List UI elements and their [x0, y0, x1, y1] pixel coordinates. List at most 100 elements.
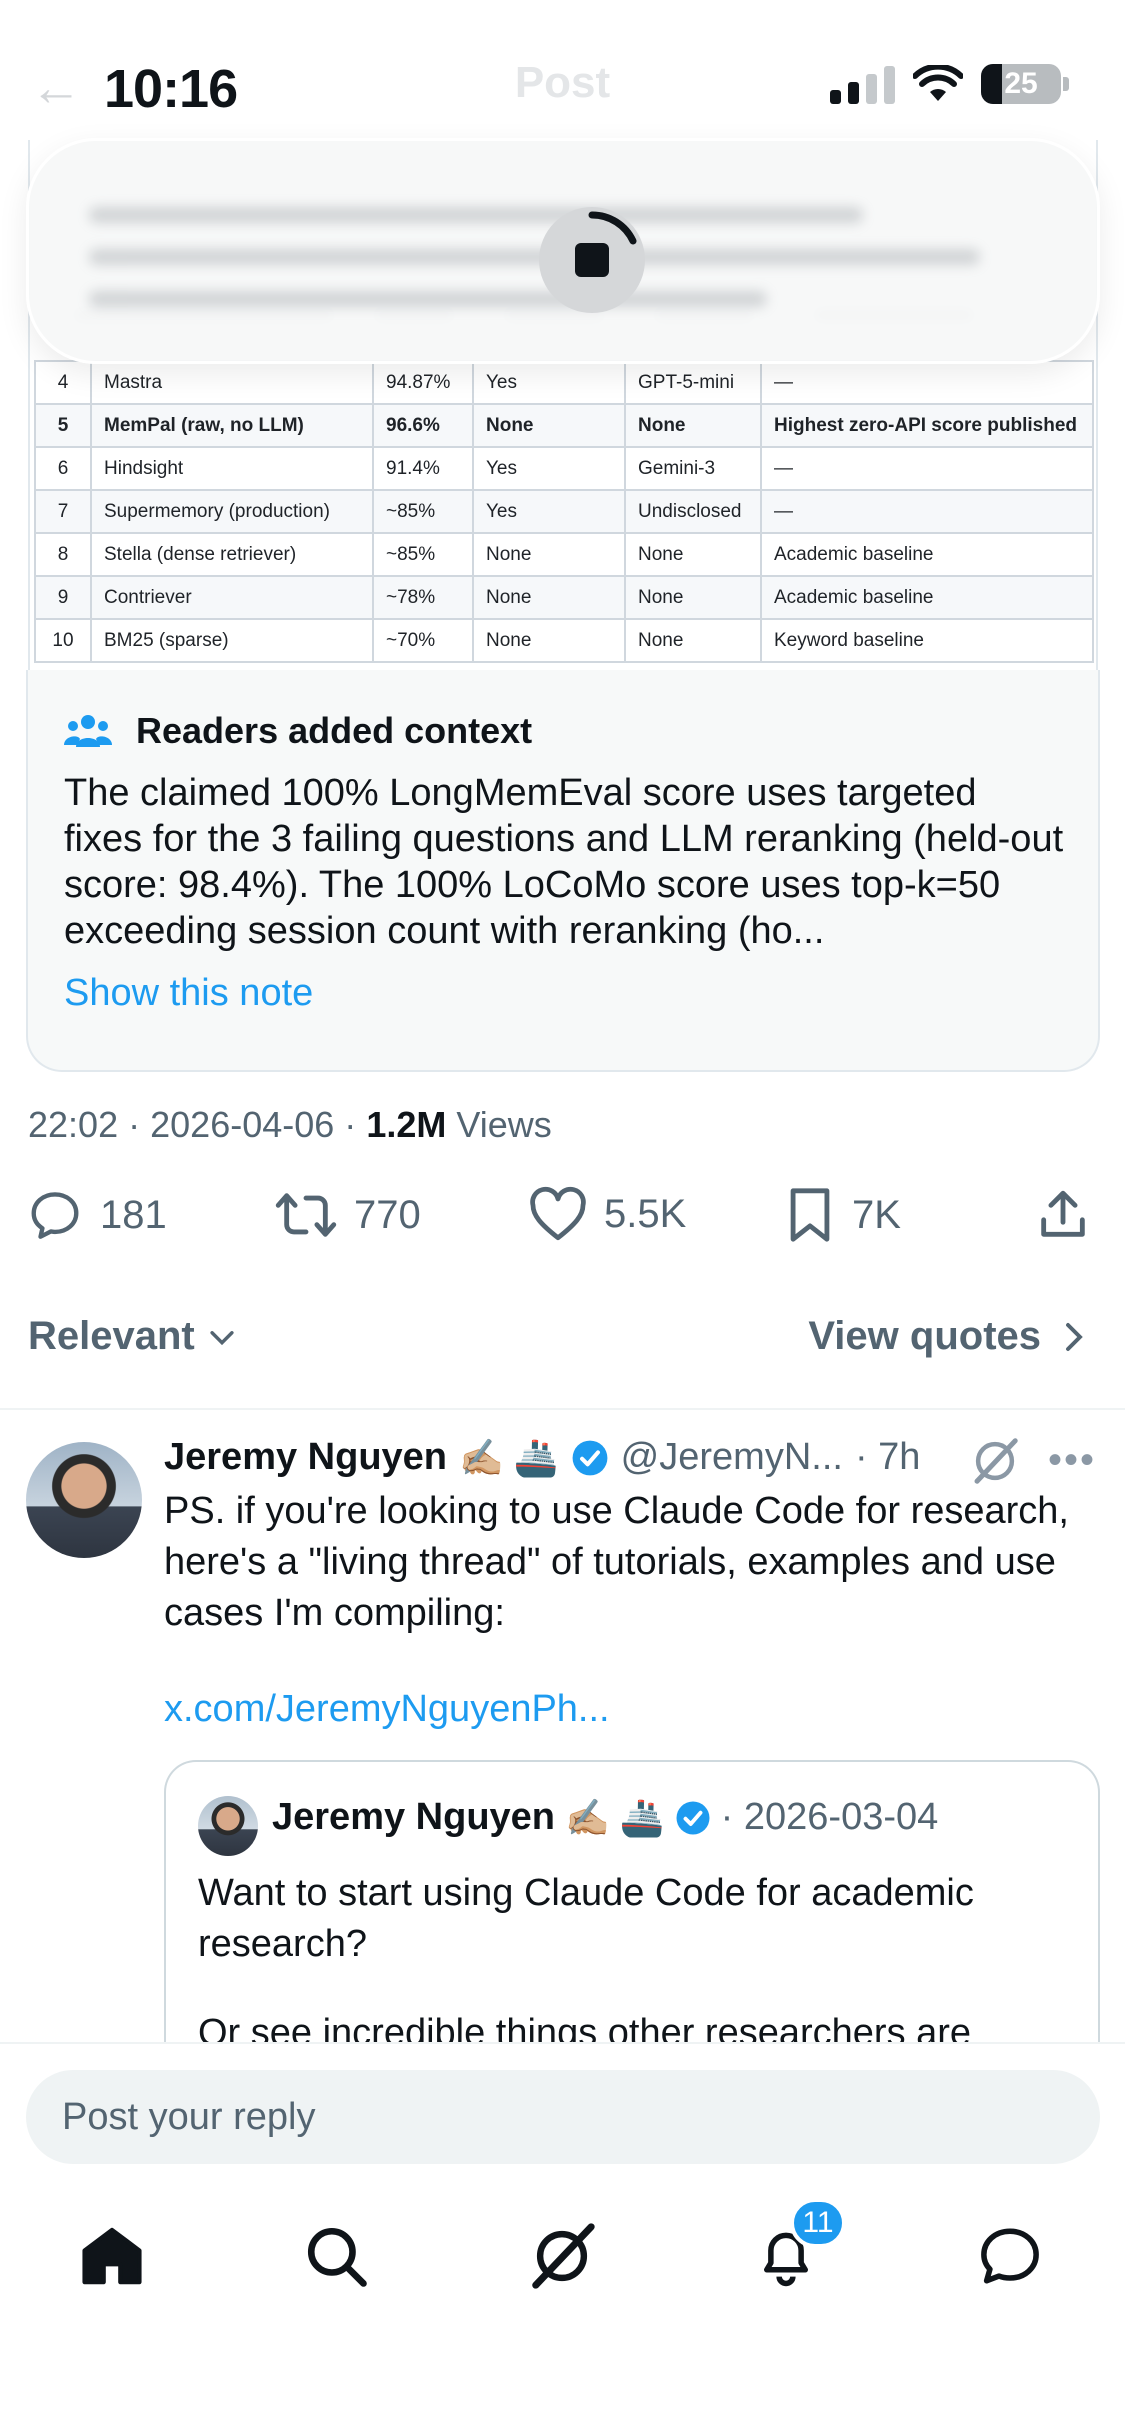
- table-llm-cell: Yes: [472, 360, 626, 405]
- quote-header: Jeremy Nguyen ✍🏼 🚢 · 2026-03-04: [272, 1796, 938, 1839]
- grok-icon: [532, 2223, 595, 2289]
- table-notes-cell: Academic baseline: [760, 532, 1094, 577]
- verified-badge-icon: [572, 1440, 608, 1475]
- reply-author-handle[interactable]: @JeremyN...: [621, 1436, 843, 1479]
- views-count[interactable]: 1.2M: [366, 1104, 446, 1145]
- table-notes-cell: —: [760, 489, 1094, 534]
- table-model-cell: None: [624, 403, 762, 448]
- show-note-link[interactable]: Show this note: [64, 972, 313, 1015]
- reply-icon: [31, 1192, 79, 1239]
- table-row: 6 Hindsight 91.4% Yes Gemini-3—: [34, 446, 1094, 491]
- note-title: Readers added context: [136, 710, 533, 751]
- share-icon: [1041, 1190, 1085, 1237]
- share-button[interactable]: [1034, 1186, 1092, 1244]
- verified-badge-icon: [676, 1801, 710, 1834]
- notification-badge: 11: [790, 2198, 846, 2248]
- table-model-cell: None: [624, 575, 762, 620]
- reply-author-name[interactable]: Jeremy Nguyen: [164, 1436, 447, 1479]
- tab-home[interactable]: [72, 2216, 152, 2296]
- reply-button[interactable]: 181: [26, 1186, 167, 1244]
- reply-count: 181: [100, 1192, 167, 1237]
- community-note: Readers added context The claimed 100% L…: [26, 670, 1100, 1072]
- table-model-cell: Undisclosed: [624, 489, 762, 534]
- quoted-post[interactable]: Jeremy Nguyen ✍🏼 🚢 · 2026-03-04 Want to …: [164, 1760, 1100, 2060]
- table-system-cell: Mastra: [90, 360, 374, 405]
- table-score-cell: ~70%: [372, 618, 474, 663]
- quote-avatar: [198, 1796, 258, 1856]
- repost-count: 770: [354, 1192, 421, 1237]
- table-score-cell: ~85%: [372, 532, 474, 577]
- table-llm-cell: None: [472, 403, 626, 448]
- table-llm-cell: Yes: [472, 446, 626, 491]
- table-notes-cell: —: [760, 360, 1094, 405]
- view-quotes-link[interactable]: View quotes: [808, 1314, 1089, 1359]
- note-body: The claimed 100% LongMemEval score uses …: [64, 772, 1064, 952]
- table-notes-cell: Highest zero-API score published: [760, 403, 1094, 448]
- more-options-icon[interactable]: •••: [1048, 1438, 1096, 1483]
- table-score-cell: 96.6%: [372, 403, 474, 448]
- sort-label: Relevant: [28, 1314, 195, 1358]
- post-meta: 22:02 · 2026-04-06 · 1.2M Views: [28, 1104, 552, 1145]
- table-score-cell: ~78%: [372, 575, 474, 620]
- view-quotes-label: View quotes: [808, 1314, 1041, 1358]
- bookmark-icon: [790, 1188, 830, 1242]
- messages-icon: [981, 2228, 1039, 2284]
- tab-search[interactable]: [296, 2216, 376, 2296]
- status-bar: ← Post 10:16 25: [0, 0, 1125, 150]
- reply-input[interactable]: [26, 2070, 1100, 2164]
- media-player-overlay[interactable]: [26, 138, 1100, 364]
- search-icon: [307, 2227, 367, 2287]
- stop-button[interactable]: [539, 207, 645, 313]
- table-llm-cell: None: [472, 575, 626, 620]
- table-notes-cell: Academic baseline: [760, 575, 1094, 620]
- like-count: 5.5K: [604, 1191, 687, 1236]
- table-rank-cell: 7: [34, 489, 92, 534]
- table-row: 5 MemPal (raw, no LLM) 96.6% None None Highes…: [34, 403, 1094, 448]
- table-row: 8 Stella (dense retriever) ~85% None None Aca…: [34, 532, 1094, 577]
- table-rank-cell: 10: [34, 618, 92, 663]
- table-score-cell: 94.87%: [372, 360, 474, 405]
- readers-people-icon: [64, 715, 112, 747]
- avatar[interactable]: [26, 1442, 142, 1558]
- post-date: 2026-04-06: [150, 1104, 335, 1145]
- table-rank-cell: 8: [34, 532, 92, 577]
- table-model-cell: Gemini-3: [624, 446, 762, 491]
- bookmark-button[interactable]: 7K: [784, 1186, 901, 1244]
- table-score-cell: ~85%: [372, 489, 474, 534]
- quote-date: · 2026-03-04: [720, 1796, 939, 1838]
- table-system-cell: BM25 (sparse): [90, 618, 374, 663]
- table-system-cell: Hindsight: [90, 446, 374, 491]
- sort-dropdown[interactable]: Relevant: [28, 1314, 239, 1359]
- tab-notifications[interactable]: 11: [746, 2198, 846, 2296]
- home-icon: [82, 2227, 142, 2285]
- grok-icon[interactable]: [968, 1434, 1022, 1488]
- table-row: 4 Mastra 94.87% Yes GPT-5-mini —: [34, 360, 1094, 405]
- table-rank-cell: 5: [34, 403, 92, 448]
- repost-button[interactable]: 770: [274, 1186, 421, 1244]
- cellular-signal-icon: [830, 64, 895, 104]
- table-score-cell: 91.4%: [372, 446, 474, 491]
- table-rank-cell: 9: [34, 575, 92, 620]
- table-notes-cell: Keyword baseline: [760, 618, 1094, 663]
- table-llm-cell: None: [472, 532, 626, 577]
- table-system-cell: Supermemory (production): [90, 489, 374, 534]
- table-rank-cell: 4: [34, 360, 92, 405]
- bottom-tab-bar: 11: [0, 2198, 1125, 2316]
- reply-text: PS. if you're looking to use Claude Code…: [164, 1490, 1069, 1634]
- table-row: 7 Supermemory (production) ~85% Yes Undisclo…: [34, 489, 1094, 534]
- chevron-right-icon: [1066, 1322, 1083, 1351]
- table-system-cell: Stella (dense retriever): [90, 532, 374, 577]
- table-model-cell: GPT-5-mini: [624, 360, 762, 405]
- action-bar: 181 770 5.5K 7K: [0, 1186, 1125, 1266]
- table-model-cell: None: [624, 532, 762, 577]
- reply-link[interactable]: x.com/JeremyNguyenPh...: [164, 1688, 610, 1731]
- like-button[interactable]: 5.5K: [528, 1186, 686, 1242]
- battery-level: 25: [1004, 67, 1038, 100]
- tab-grok[interactable]: [522, 2216, 602, 2296]
- table-system-cell: MemPal (raw, no LLM): [90, 403, 374, 448]
- table-llm-cell: None: [472, 618, 626, 663]
- reply-header: Jeremy Nguyen ✍🏼 🚢 @JeremyN... · 7h: [164, 1436, 920, 1479]
- wifi-icon: [913, 65, 963, 101]
- post-time: 22:02: [28, 1104, 119, 1145]
- tab-messages[interactable]: [970, 2216, 1050, 2296]
